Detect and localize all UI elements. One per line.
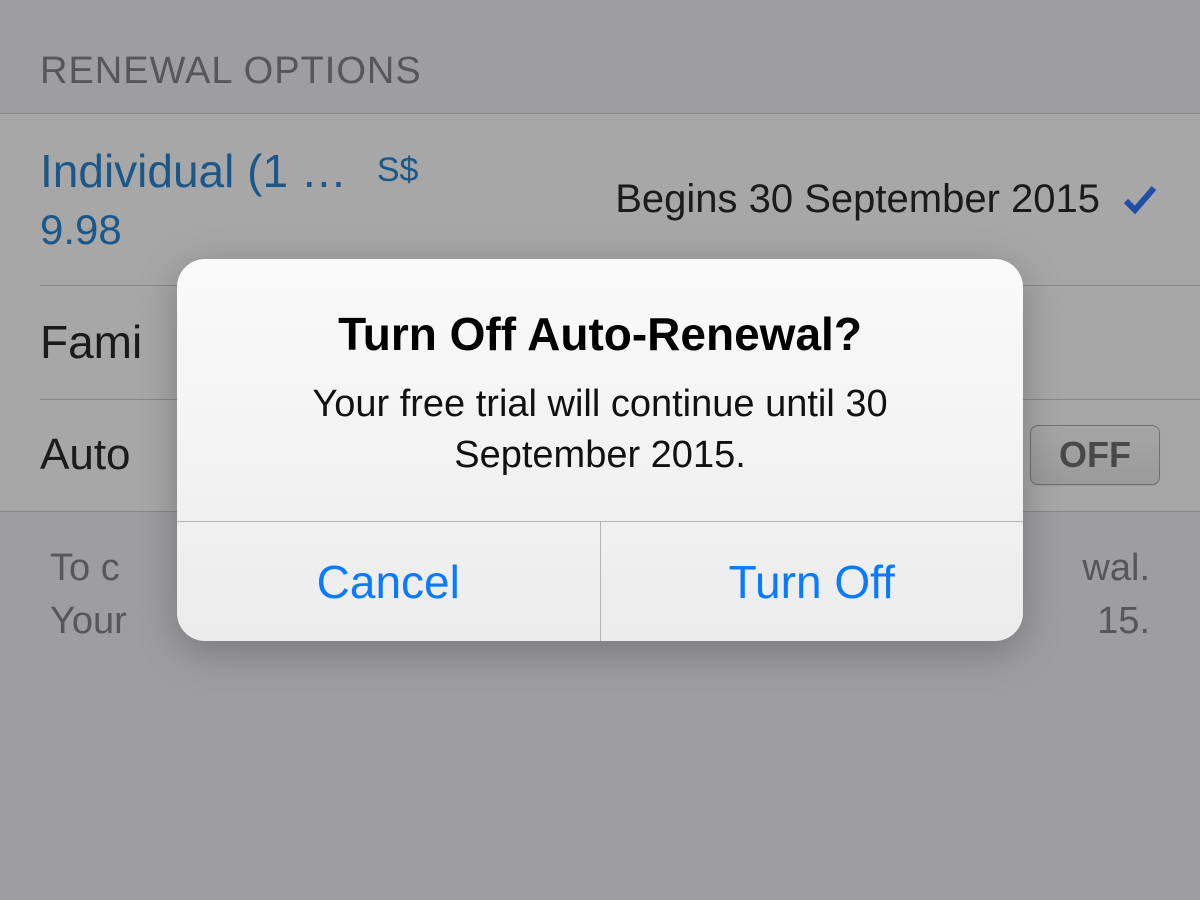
cancel-button[interactable]: Cancel bbox=[177, 522, 600, 641]
confirm-dialog: Turn Off Auto-Renewal? Your free trial w… bbox=[177, 259, 1023, 642]
dialog-message: Your free trial will continue until 30 S… bbox=[217, 379, 983, 482]
modal-overlay: Turn Off Auto-Renewal? Your free trial w… bbox=[0, 0, 1200, 900]
turn-off-button[interactable]: Turn Off bbox=[600, 522, 1024, 641]
dialog-title: Turn Off Auto-Renewal? bbox=[217, 307, 983, 361]
